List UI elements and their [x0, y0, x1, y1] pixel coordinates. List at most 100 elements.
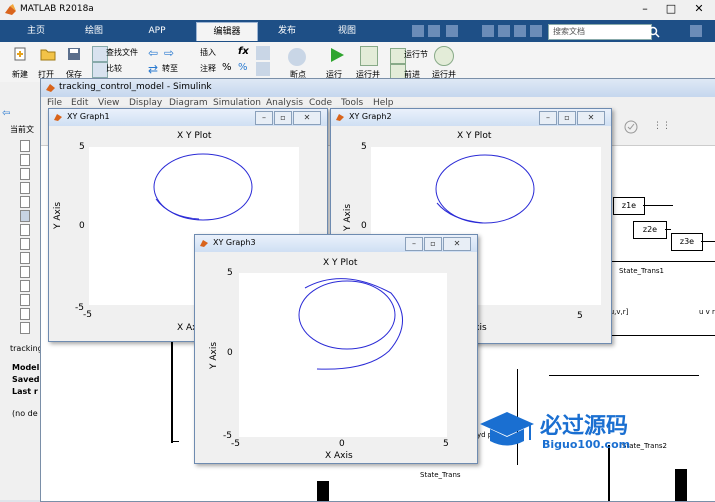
- tab-publish[interactable]: 发布: [262, 22, 312, 40]
- plot-area[interactable]: [239, 273, 447, 437]
- tab-apps[interactable]: APP: [134, 22, 180, 40]
- open-folder-icon[interactable]: [40, 46, 56, 62]
- switch-window-icon[interactable]: [514, 25, 526, 37]
- menu-diagram[interactable]: Diagram: [169, 98, 208, 108]
- file-icon[interactable]: [20, 196, 30, 208]
- file-icon[interactable]: [20, 140, 30, 152]
- file-icon[interactable]: [20, 252, 30, 264]
- menu-simulation[interactable]: Simulation: [213, 98, 261, 108]
- new-icon[interactable]: [12, 46, 28, 62]
- help-icon[interactable]: [530, 25, 542, 37]
- run-section-button[interactable]: 运行节: [404, 49, 428, 60]
- file-icon[interactable]: [20, 308, 30, 320]
- minimize-button[interactable]: –: [633, 1, 657, 17]
- toolstrip-icon[interactable]: [428, 25, 440, 37]
- menu-analysis[interactable]: Analysis: [266, 98, 303, 108]
- search-documentation-input[interactable]: 搜索文档: [548, 24, 652, 40]
- undo-icon[interactable]: [482, 25, 494, 37]
- block-mux[interactable]: [675, 469, 687, 501]
- tab-view[interactable]: 视图: [322, 22, 372, 40]
- watermark: 必过源码 Biguo100.com: [478, 404, 678, 464]
- maximize-button[interactable]: ▫: [558, 111, 576, 125]
- detail-last: Last r: [12, 387, 38, 396]
- back-arrow-icon[interactable]: ⇦: [148, 46, 162, 60]
- file-icon[interactable]: [20, 238, 30, 250]
- close-button[interactable]: ✕: [577, 111, 605, 125]
- signal-line: [609, 335, 715, 336]
- minimize-button[interactable]: –: [405, 237, 423, 251]
- menu-help[interactable]: Help: [373, 98, 394, 108]
- save-icon[interactable]: [66, 46, 82, 62]
- menu-display[interactable]: Display: [129, 98, 162, 108]
- format-icon[interactable]: [256, 46, 270, 60]
- insert-button[interactable]: 插入: [200, 47, 216, 58]
- trajectory-plot: [298, 278, 403, 370]
- find-files-button[interactable]: 查找文件: [106, 47, 138, 58]
- block-mux[interactable]: [317, 481, 329, 501]
- file-icon[interactable]: [20, 322, 30, 334]
- plot-title: X Y Plot: [323, 258, 358, 268]
- maximize-button[interactable]: ▫: [274, 111, 292, 125]
- x-tick-5: 5: [443, 439, 449, 449]
- forward-arrow-icon[interactable]: ⇨: [164, 46, 178, 60]
- new-button[interactable]: 新建: [12, 69, 28, 80]
- back-arrow-icon[interactable]: ⇦: [2, 108, 10, 119]
- matlab-titlebar: MATLAB R2018a – □ ✕: [0, 0, 715, 21]
- xy-graph3-titlebar: XY Graph3 – ▫ ✕: [195, 235, 477, 252]
- goto-button[interactable]: 转至: [162, 63, 178, 74]
- close-button[interactable]: ✕: [293, 111, 321, 125]
- minimize-button[interactable]: –: [539, 111, 557, 125]
- file-icon[interactable]: [20, 182, 30, 194]
- menu-tools[interactable]: Tools: [341, 98, 363, 108]
- tab-plots[interactable]: 绘图: [70, 22, 118, 40]
- search-icon[interactable]: [648, 26, 660, 38]
- menu-code[interactable]: Code: [309, 98, 332, 108]
- menu-edit[interactable]: Edit: [71, 98, 88, 108]
- block-z1e[interactable]: z1e: [613, 197, 645, 215]
- no-details-text: (no de: [12, 409, 38, 418]
- more-options-icon[interactable]: ⋮⋮: [653, 121, 671, 131]
- comment-button[interactable]: 注释: [200, 63, 216, 74]
- collapse-ribbon-icon[interactable]: [690, 25, 702, 37]
- close-button[interactable]: ✕: [443, 237, 471, 251]
- menu-view[interactable]: View: [98, 98, 119, 108]
- toolstrip-icon[interactable]: [446, 25, 458, 37]
- file-icon[interactable]: [20, 294, 30, 306]
- xy-graph2-title: XY Graph2: [349, 112, 392, 121]
- details-title: tracking: [10, 344, 43, 353]
- signal-line: [665, 229, 671, 230]
- file-icon[interactable]: [20, 168, 30, 180]
- block-z3e[interactable]: z3e: [671, 233, 703, 251]
- check-icon[interactable]: [623, 119, 639, 135]
- file-icon[interactable]: [20, 280, 30, 292]
- maximize-button[interactable]: ▫: [424, 237, 442, 251]
- xy-graph2-titlebar: XY Graph2 – ▫ ✕: [331, 109, 611, 126]
- maximize-button[interactable]: □: [659, 1, 683, 17]
- close-button[interactable]: ✕: [685, 1, 713, 17]
- menu-file[interactable]: File: [47, 98, 62, 108]
- format-icon[interactable]: [256, 62, 270, 76]
- percent-icon[interactable]: %: [222, 62, 232, 73]
- simulink-logo-icon: [46, 84, 55, 92]
- xy-graph3-title: XY Graph3: [213, 238, 256, 247]
- minimize-button[interactable]: –: [255, 111, 273, 125]
- toolstrip-icon[interactable]: [412, 25, 424, 37]
- file-icon[interactable]: [20, 266, 30, 278]
- run-icon[interactable]: [328, 46, 346, 64]
- tab-home[interactable]: 主页: [14, 22, 58, 40]
- xy-graph1-titlebar: XY Graph1 – ▫ ✕: [49, 109, 327, 126]
- redo-icon[interactable]: [498, 25, 510, 37]
- file-icon[interactable]: [20, 210, 30, 222]
- indent-icon[interactable]: %: [238, 62, 248, 73]
- fx-icon[interactable]: fx: [238, 46, 249, 57]
- file-icon[interactable]: [20, 154, 30, 166]
- breakpoint-icon[interactable]: [288, 48, 306, 66]
- file-icon[interactable]: [20, 224, 30, 236]
- tab-editor[interactable]: 编辑器: [196, 22, 258, 41]
- y-axis-label: Y Axis: [209, 341, 219, 369]
- run-and-time-icon[interactable]: [434, 46, 454, 66]
- compare-button[interactable]: 比较: [106, 63, 122, 74]
- block-z2e[interactable]: z2e: [633, 221, 667, 239]
- watermark-sub-text: Biguo100.com: [542, 438, 631, 451]
- run-and-advance-icon[interactable]: [360, 46, 378, 66]
